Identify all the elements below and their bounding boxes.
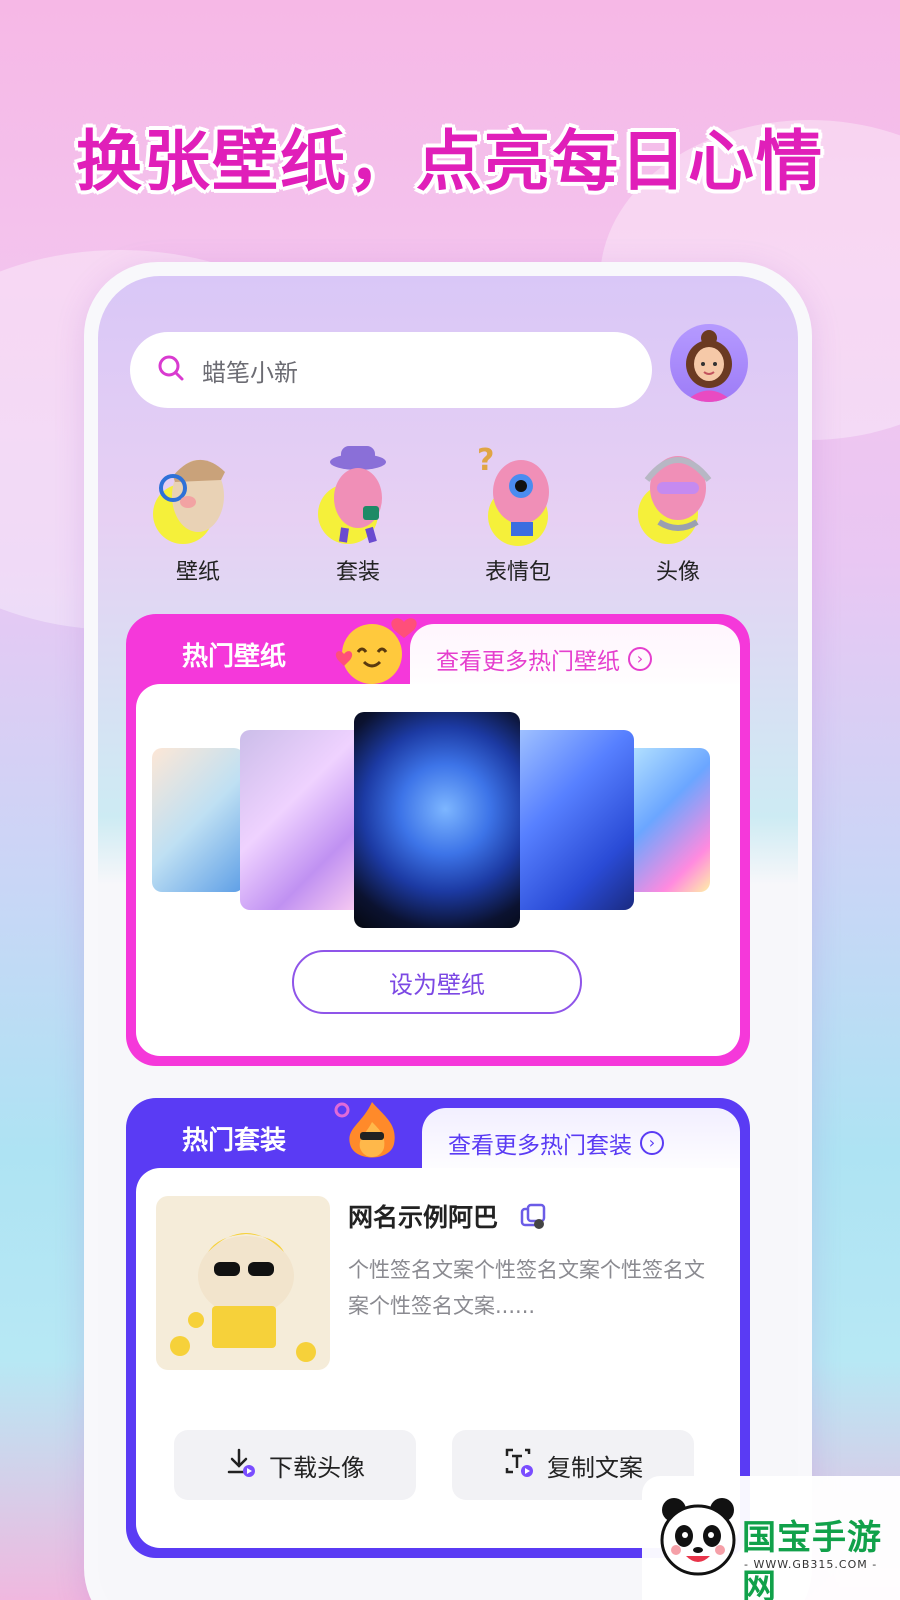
nickname-text: 网名示例阿巴	[348, 1203, 499, 1232]
search-input[interactable]: 蜡笔小新	[202, 353, 298, 388]
copy-nickname-icon[interactable]	[519, 1202, 547, 1236]
hot-wallpaper-card: 热门壁纸 查看更多热门壁纸 › 设为壁纸	[126, 614, 750, 1066]
download-icon	[225, 1446, 269, 1484]
fire-character-icon	[332, 1098, 412, 1168]
search-bar[interactable]: 蜡笔小新	[130, 332, 652, 408]
chevron-right-icon: ›	[640, 1131, 664, 1155]
signature-text: 个性签名文案个性签名文案个性签名文案个性签名文案......	[348, 1258, 705, 1318]
watermark-name: 国宝手游网	[742, 1518, 882, 1600]
svg-text:?: ?	[477, 443, 494, 478]
category-label: 表情包	[484, 560, 551, 585]
search-icon	[156, 353, 186, 387]
promo-headline: 换张壁纸，点亮每日心情	[76, 123, 824, 200]
copy-text-icon	[503, 1446, 547, 1484]
download-avatar-button[interactable]: 下载头像	[174, 1430, 416, 1500]
more-link-text: 查看更多热门壁纸	[436, 649, 620, 675]
category-row: 壁纸 套装 ? 表情包 头像	[138, 436, 738, 586]
question-character-icon: ?	[463, 436, 573, 546]
category-label: 壁纸	[175, 560, 220, 585]
download-label: 下载头像	[269, 1453, 365, 1482]
category-avatar[interactable]: 头像	[618, 436, 738, 586]
category-wallpaper[interactable]: 壁纸	[138, 436, 258, 586]
user-avatar[interactable]	[670, 324, 748, 402]
category-label: 头像	[655, 560, 700, 585]
app-screen: 蜡笔小新 壁纸 套装 ? 表情包 头像 热门壁纸 查看更多热门壁纸 › 设为壁纸…	[98, 276, 798, 1600]
category-suit[interactable]: 套装	[298, 436, 418, 586]
headphone-character-icon	[623, 436, 733, 546]
hat-character-icon	[303, 436, 413, 546]
site-watermark: 国宝手游网 - WWW.GB315.COM -	[642, 1476, 900, 1600]
explorer-character-icon	[143, 436, 253, 546]
watermark-url: - WWW.GB315.COM -	[744, 1558, 878, 1571]
hot-wallpaper-title: 热门壁纸	[182, 642, 287, 672]
category-label: 套装	[335, 560, 380, 585]
hot-suit-title: 热门套装	[182, 1126, 287, 1156]
category-sticker[interactable]: ? 表情包	[458, 436, 578, 586]
phone-frame: 蜡笔小新 壁纸 套装 ? 表情包 头像 热门壁纸 查看更多热门壁纸 › 设为壁纸…	[84, 262, 812, 1600]
wallpaper-thumb[interactable]	[152, 748, 244, 892]
panda-logo-icon	[656, 1490, 740, 1582]
wallpaper-thumb[interactable]	[240, 730, 368, 910]
more-link-text: 查看更多热门套装	[448, 1133, 632, 1159]
copy-text-label: 复制文案	[547, 1453, 643, 1482]
suit-avatar-image[interactable]	[156, 1196, 330, 1370]
chevron-right-icon: ›	[628, 647, 652, 671]
set-wallpaper-button[interactable]: 设为壁纸	[292, 950, 582, 1014]
wallpaper-thumb-selected[interactable]	[354, 712, 520, 928]
nickname-row: 网名示例阿巴	[348, 1198, 547, 1236]
wallpaper-carousel-area: 设为壁纸	[136, 684, 740, 1056]
wallpaper-thumb[interactable]	[506, 730, 634, 910]
